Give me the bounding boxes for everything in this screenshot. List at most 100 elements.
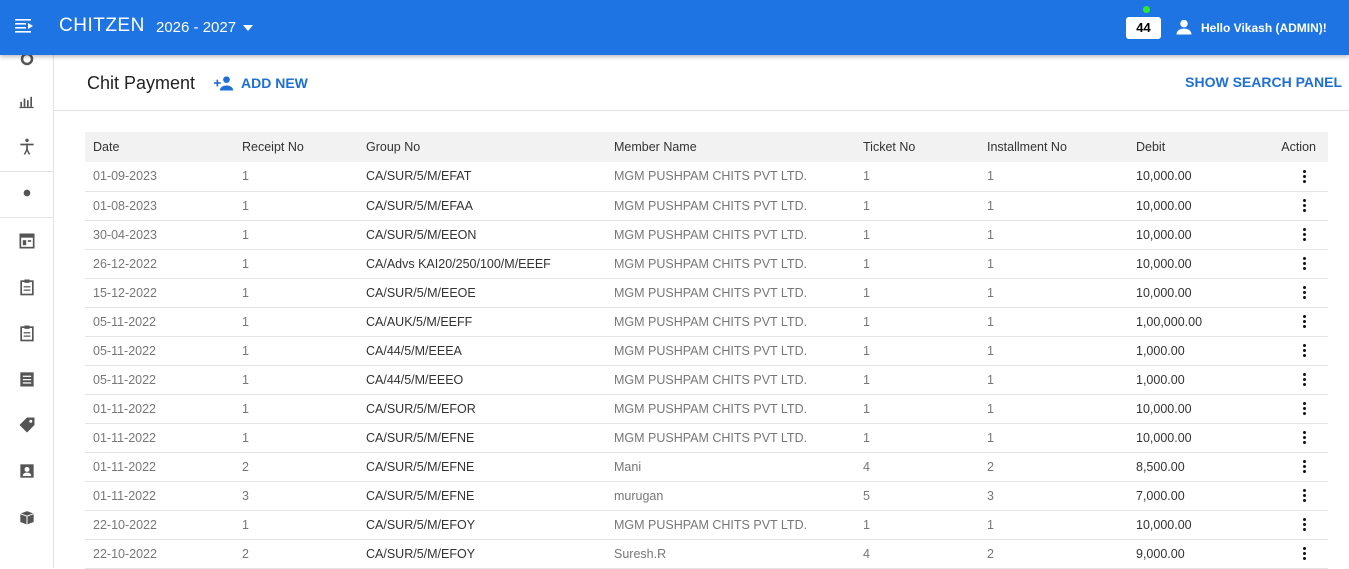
- debit-cell: 8,500.00: [1136, 459, 1185, 474]
- more-vert-icon[interactable]: [1302, 372, 1306, 387]
- tag-icon[interactable]: [17, 415, 37, 435]
- date-cell: 01-11-2022: [93, 488, 157, 503]
- receipt-no-cell: 1: [242, 430, 249, 445]
- table-row[interactable]: 01-11-2022 3 CA/SUR/5/M/EFNE murugan 5 3 7,000…: [85, 481, 1328, 510]
- installment-no-cell: 1: [987, 256, 994, 271]
- column-header-group-no[interactable]: Group No: [358, 132, 606, 162]
- more-vert-icon[interactable]: [1302, 256, 1306, 271]
- installment-no-cell: 1: [987, 372, 994, 387]
- package-icon[interactable]: [17, 507, 37, 527]
- user-icon[interactable]: [1174, 17, 1194, 37]
- member-name-cell: MGM PUSHPAM CHITS PVT LTD.: [614, 256, 808, 271]
- action-cell: [1248, 365, 1328, 394]
- notification-badge[interactable]: 44: [1126, 17, 1161, 39]
- group-no-cell: CA/SUR/5/M/EFNE: [366, 459, 475, 474]
- debit-cell: 10,000.00: [1136, 517, 1192, 532]
- table-row[interactable]: 15-12-2022 1 CA/SUR/5/M/EEOE MGM PUSHPAM CH…: [85, 278, 1328, 307]
- column-header-debit[interactable]: Debit: [1128, 132, 1248, 162]
- member-name-cell: murugan: [614, 488, 664, 503]
- column-header-receipt-no[interactable]: Receipt No: [234, 132, 358, 162]
- date-cell: 22-10-2022: [93, 546, 157, 561]
- more-vert-icon[interactable]: [1302, 285, 1306, 300]
- installment-no-cell: 1: [987, 517, 994, 532]
- more-vert-icon[interactable]: [1302, 198, 1306, 213]
- group-no-cell: CA/AUK/5/M/EEFF: [366, 314, 473, 329]
- group-no-cell: CA/SUR/5/M/EFOY: [366, 546, 476, 561]
- more-vert-icon[interactable]: [1302, 546, 1306, 561]
- table-row[interactable]: 01-09-2023 1 CA/SUR/5/M/EFAT MGM PUSHPAM CH…: [85, 162, 1328, 191]
- table-row[interactable]: 26-12-2022 1 CA/Advs KAI20/250/100/M/EEEF M…: [85, 249, 1328, 278]
- receipt-no-cell: 1: [242, 517, 249, 532]
- date-cell: 01-11-2022: [93, 459, 157, 474]
- column-header-member-name[interactable]: Member Name: [606, 132, 855, 162]
- debit-cell: 7,000.00: [1136, 488, 1185, 503]
- table-row[interactable]: 05-11-2022 1 CA/AUK/5/M/EEFF MGM PUSHPAM CH…: [85, 307, 1328, 336]
- receipt-no-cell: 1: [242, 343, 249, 358]
- debit-cell: 10,000.00: [1136, 430, 1192, 445]
- debit-cell: 10,000.00: [1136, 401, 1192, 416]
- group-no-cell: CA/SUR/5/M/EFOR: [366, 401, 476, 416]
- table-row[interactable]: 05-11-2022 1 CA/44/5/M/EEEO MGM PUSHPAM CHI…: [85, 365, 1328, 394]
- more-vert-icon[interactable]: [1302, 227, 1306, 242]
- table-row[interactable]: 22-10-2022 2 CA/SUR/5/M/EFOY Suresh.R 4 2 9,00…: [85, 539, 1328, 568]
- person-add-icon: [214, 76, 234, 91]
- table-row[interactable]: 01-11-2022 2 CA/SUR/5/M/EFNE Mani 4 2 8,500.00: [85, 452, 1328, 481]
- installment-no-cell: 1: [987, 169, 994, 184]
- menu-toggle-icon[interactable]: [15, 18, 35, 36]
- more-vert-icon[interactable]: [1302, 430, 1306, 445]
- list-icon[interactable]: [17, 369, 37, 389]
- show-search-panel-button[interactable]: SHOW SEARCH PANEL: [1185, 74, 1342, 90]
- table-row[interactable]: 22-10-2022 1 CA/SUR/5/M/EFOY MGM PUSHPAM CH…: [85, 510, 1328, 539]
- date-cell: 01-11-2022: [93, 430, 157, 445]
- table-row[interactable]: 01-11-2022 1 CA/SUR/5/M/EFNE MGM PUSHPAM CH…: [85, 423, 1328, 452]
- more-vert-icon[interactable]: [1302, 401, 1306, 416]
- debit-cell: 9,000.00: [1136, 546, 1185, 561]
- member-name-cell: MGM PUSHPAM CHITS PVT LTD.: [614, 430, 808, 445]
- web-icon[interactable]: [17, 231, 37, 251]
- installment-no-cell: 2: [987, 546, 994, 561]
- add-new-button[interactable]: ADD NEW: [214, 72, 308, 94]
- user-greeting[interactable]: Hello Vikash (ADMIN)!: [1201, 21, 1327, 35]
- more-vert-icon[interactable]: [1302, 488, 1306, 503]
- column-header-installment-no[interactable]: Installment No: [979, 132, 1128, 162]
- bar-chart-icon[interactable]: [17, 91, 37, 111]
- table-row[interactable]: 01-08-2023 1 CA/SUR/5/M/EFAA MGM PUSHPAM CH…: [85, 191, 1328, 220]
- more-vert-icon[interactable]: [1302, 314, 1306, 329]
- column-header-ticket-no[interactable]: Ticket No: [855, 132, 979, 162]
- clipboard-icon[interactable]: [17, 323, 37, 343]
- more-vert-icon[interactable]: [1302, 343, 1306, 358]
- member-name-cell: MGM PUSHPAM CHITS PVT LTD.: [614, 198, 808, 213]
- action-cell: [1248, 423, 1328, 452]
- group-no-cell: CA/SUR/5/M/EEOE: [366, 285, 476, 300]
- dot-icon[interactable]: [17, 183, 37, 203]
- accessibility-icon[interactable]: [17, 137, 37, 157]
- receipt-no-cell: 1: [242, 198, 249, 213]
- more-vert-icon[interactable]: [1302, 459, 1306, 474]
- ticket-no-cell: 1: [863, 256, 870, 271]
- more-vert-icon[interactable]: [1302, 169, 1306, 184]
- member-name-cell: MGM PUSHPAM CHITS PVT LTD.: [614, 314, 808, 329]
- column-header-date[interactable]: Date: [85, 132, 234, 162]
- receipt-no-cell: 1: [242, 372, 249, 387]
- chevron-down-icon[interactable]: [243, 25, 253, 31]
- installment-no-cell: 1: [987, 430, 994, 445]
- table-row[interactable]: 05-11-2022 1 CA/44/5/M/EEEA MGM PUSHPAM CHI…: [85, 336, 1328, 365]
- date-cell: 05-11-2022: [93, 314, 157, 329]
- receipt-no-cell: 2: [242, 546, 249, 561]
- debit-cell: 1,000.00: [1136, 372, 1185, 387]
- page-title: Chit Payment: [87, 73, 196, 93]
- action-cell: [1248, 394, 1328, 423]
- action-cell: [1248, 162, 1328, 191]
- account-box-icon[interactable]: [17, 461, 37, 481]
- clipboard-icon[interactable]: [17, 277, 37, 297]
- more-vert-icon[interactable]: [1302, 517, 1306, 532]
- brand-title[interactable]: CHITZEN: [59, 15, 145, 37]
- financial-year-select[interactable]: 2026 - 2027: [156, 19, 236, 36]
- chit-payment-table: Date Receipt No Group No Member Name Tic…: [85, 132, 1328, 569]
- date-cell: 05-11-2022: [93, 343, 157, 358]
- member-name-cell: MGM PUSHPAM CHITS PVT LTD.: [614, 401, 808, 416]
- table-row[interactable]: 01-11-2022 1 CA/SUR/5/M/EFOR MGM PUSHPAM CH…: [85, 394, 1328, 423]
- table-row[interactable]: 30-04-2023 1 CA/SUR/5/M/EEON MGM PUSHPAM CH…: [85, 220, 1328, 249]
- receipt-no-cell: 1: [242, 256, 249, 271]
- ticket-no-cell: 1: [863, 343, 870, 358]
